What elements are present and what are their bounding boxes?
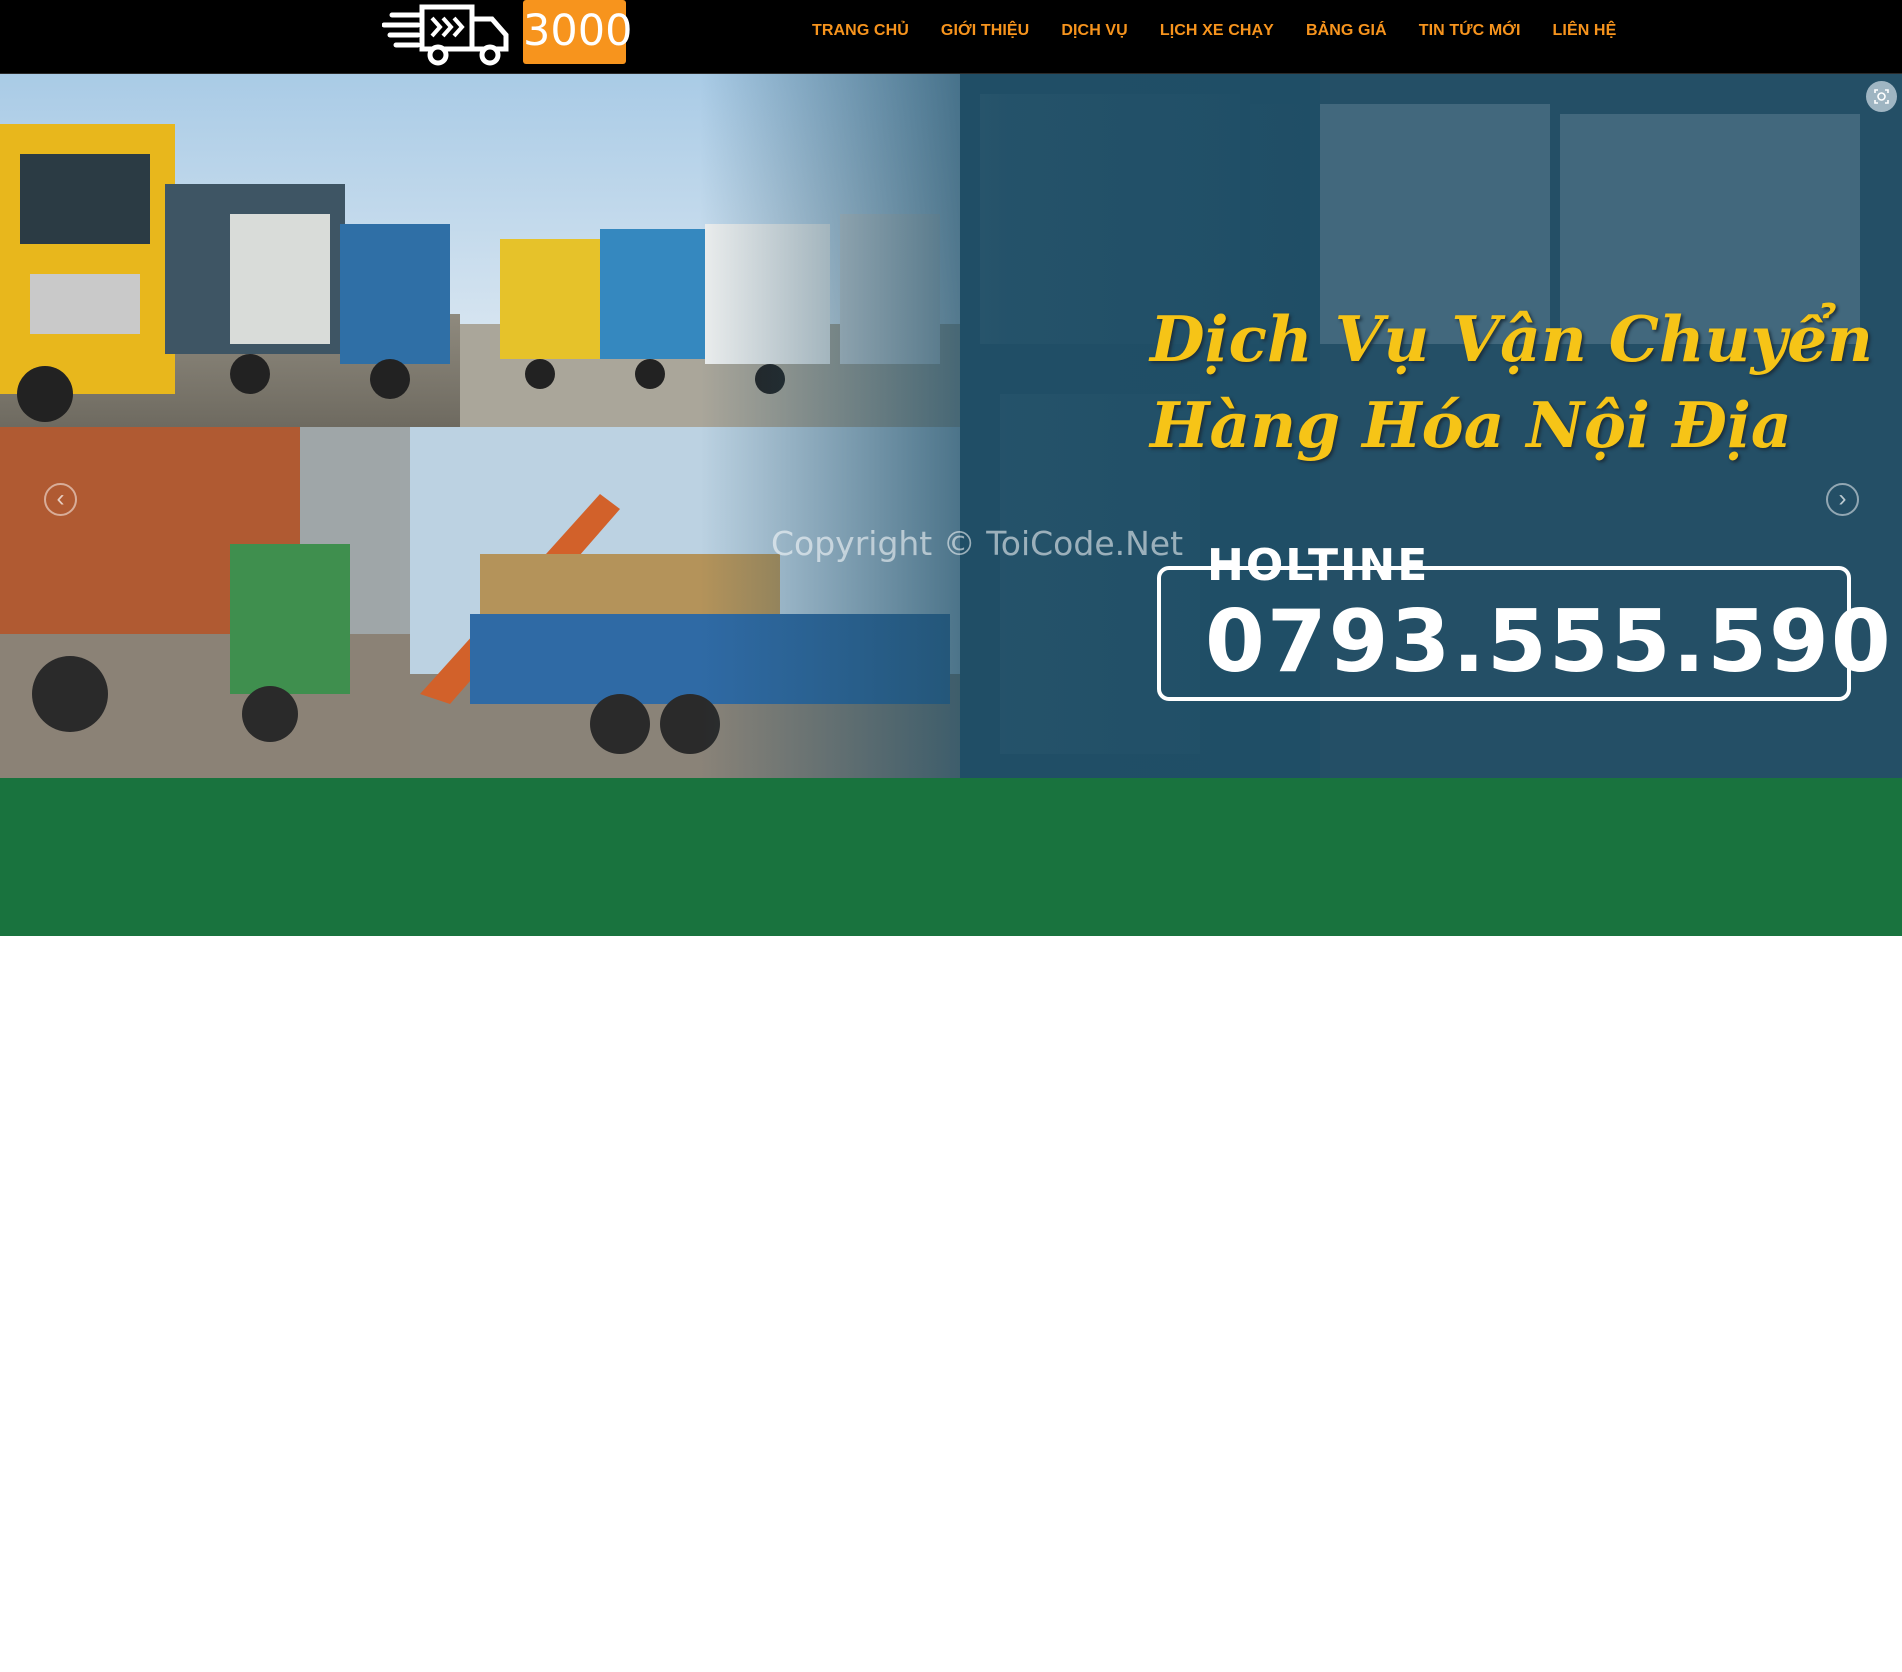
nav-item-home[interactable]: TRANG CHỦ bbox=[796, 22, 925, 40]
nav-item-contact[interactable]: LIÊN HỆ bbox=[1537, 22, 1633, 40]
chevron-left-icon: ‹ bbox=[56, 485, 65, 512]
nav-item-news[interactable]: TIN TỨC MỚI bbox=[1403, 22, 1537, 40]
services-section bbox=[0, 778, 1902, 936]
hero-slider[interactable]: Dịch Vụ Vận Chuyển Hàng Hóa Nội Địa HOLT… bbox=[0, 74, 1902, 778]
delivery-truck-icon bbox=[382, 4, 509, 66]
header: 3000 TRANG CHỦ GIỚI THIỆU DỊCH VỤ LỊCH X… bbox=[0, 0, 1902, 74]
visual-search-icon[interactable] bbox=[1866, 81, 1897, 112]
site-logo[interactable]: 3000 bbox=[382, 0, 632, 66]
nav-item-services[interactable]: DỊCH VỤ bbox=[1045, 22, 1143, 40]
nav-item-about[interactable]: GIỚI THIỆU bbox=[925, 22, 1045, 40]
chevron-right-icon: › bbox=[1838, 485, 1847, 512]
slider-prev-button[interactable]: ‹ bbox=[44, 483, 77, 516]
slider-next-button[interactable]: › bbox=[1826, 483, 1859, 516]
slide-headline: Dịch Vụ Vận Chuyển Hàng Hóa Nội Địa bbox=[1150, 296, 1890, 468]
nav-item-pricing[interactable]: BẢNG GIÁ bbox=[1290, 22, 1403, 40]
logo-number: 3000 bbox=[523, 0, 632, 64]
services-title: CÁC DỊCH VỤ CỦA CHÚNG TÔI bbox=[769, 1606, 1133, 1634]
nav-item-schedule[interactable]: LỊCH XE CHẠY bbox=[1144, 22, 1290, 40]
copyright-watermark: Copyright © ToiCode.Net bbox=[771, 524, 1184, 563]
hotline-number: 0793.555.590 bbox=[1205, 592, 1893, 692]
slide-headline-line1: Dịch Vụ Vận Chuyển bbox=[1150, 302, 1873, 376]
main-nav: TRANG CHỦ GIỚI THIỆU DỊCH VỤ LỊCH XE CHẠ… bbox=[796, 0, 1632, 62]
slide-headline-line2: Hàng Hóa Nội Địa bbox=[1150, 388, 1792, 462]
services-description: Để nhận báo giá của từng dịch vụ, Quý kh… bbox=[400, 1655, 1502, 1672]
